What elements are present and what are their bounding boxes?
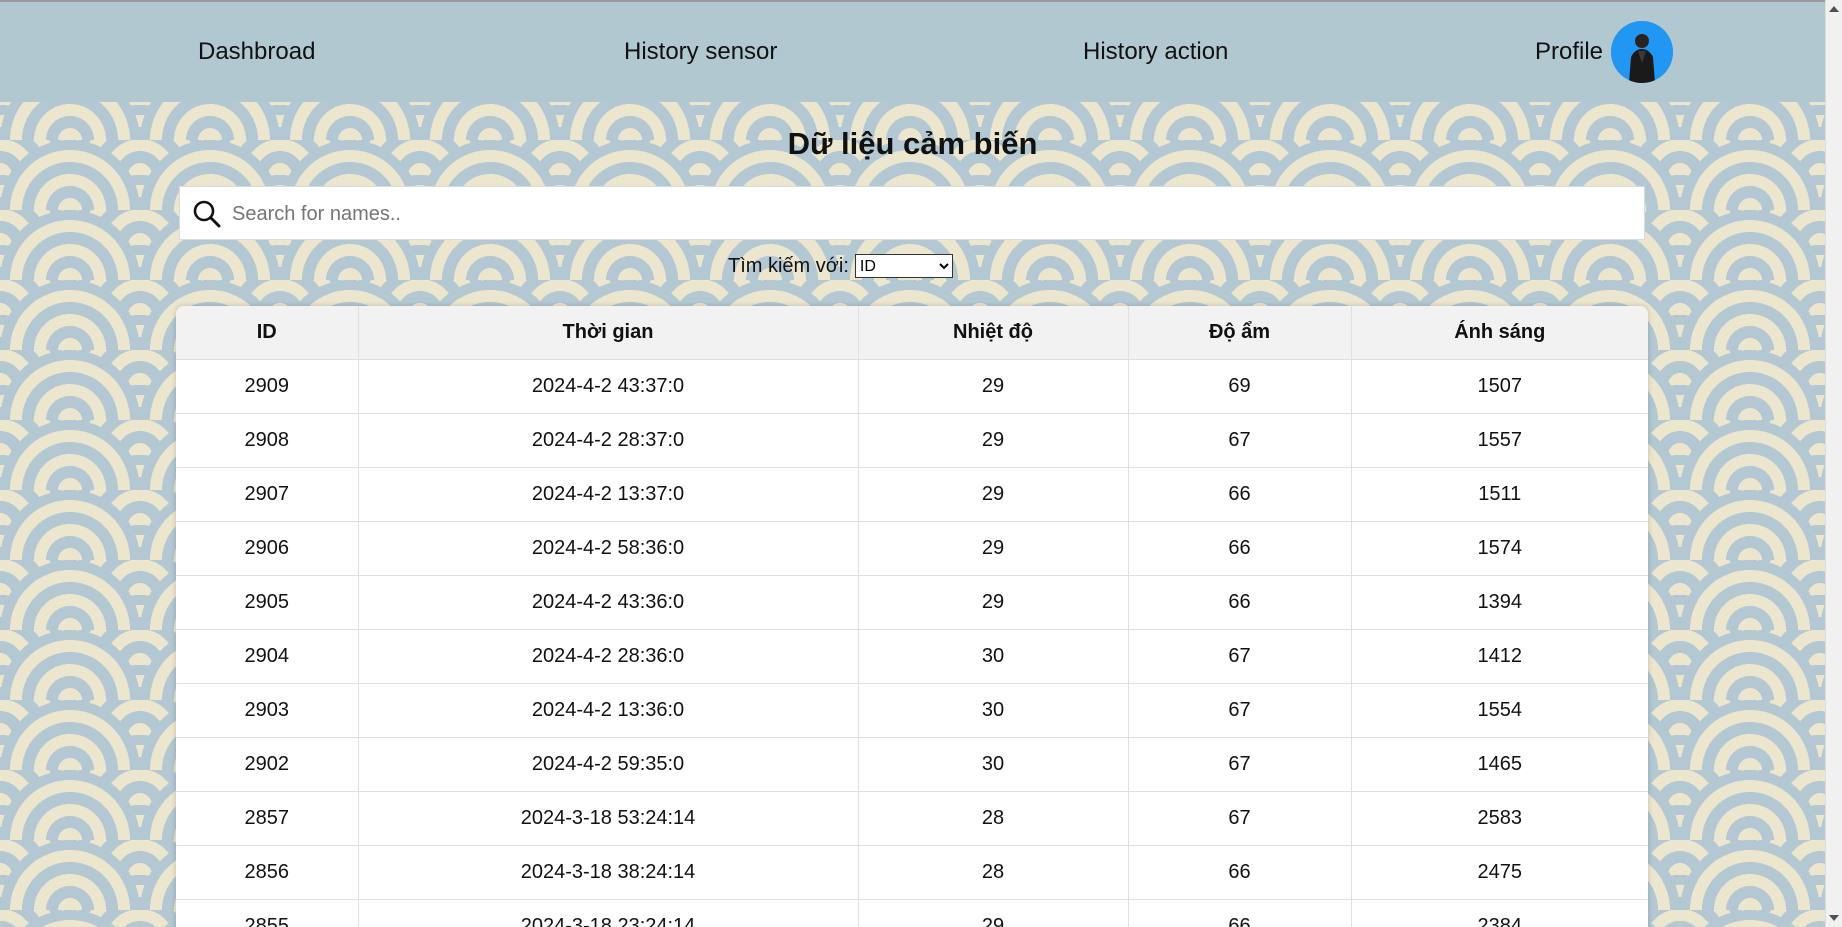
search-icon	[193, 200, 221, 228]
scroll-up-arrow-icon[interactable]	[1829, 6, 1839, 12]
table-row: 2903 2024-4-2 13:36:0 30 67 1554	[176, 683, 1648, 738]
search-input[interactable]	[230, 187, 1634, 241]
cell-id: 2856	[176, 845, 359, 900]
cell-time: 2024-3-18 53:24:14	[357, 791, 859, 846]
table-row: 2855 2024-3-18 23:24:14 29 66 2384	[176, 899, 1648, 927]
cell-humidity: 67	[1127, 737, 1352, 792]
header-id[interactable]: ID	[176, 306, 359, 360]
page-scrollbar[interactable]	[1825, 0, 1842, 927]
table-row: 2857 2024-3-18 53:24:14 28 67 2583	[176, 791, 1648, 846]
cell-time: 2024-4-2 43:36:0	[357, 575, 859, 630]
cell-temperature: 29	[857, 899, 1129, 927]
cell-light: 1394	[1350, 575, 1648, 630]
cell-humidity: 66	[1127, 575, 1352, 630]
table-row: 2906 2024-4-2 58:36:0 29 66 1574	[176, 521, 1648, 576]
cell-light: 1574	[1350, 521, 1648, 576]
cell-light: 1557	[1350, 413, 1648, 468]
cell-id: 2855	[176, 899, 359, 927]
cell-light: 1554	[1350, 683, 1648, 738]
table-header-row: ID Thời gian Nhiệt độ Độ ẩm Ánh sáng	[176, 306, 1648, 360]
cell-temperature: 29	[857, 575, 1129, 630]
cell-light: 2384	[1350, 899, 1648, 927]
cell-temperature: 28	[857, 791, 1129, 846]
cell-id: 2905	[176, 575, 359, 630]
search-filter-row: Tìm kiếm với: ID	[728, 254, 953, 278]
table-row: 2908 2024-4-2 28:37:0 29 67 1557	[176, 413, 1648, 468]
cell-humidity: 67	[1127, 791, 1352, 846]
cell-temperature: 29	[857, 413, 1129, 468]
cell-temperature: 30	[857, 629, 1129, 684]
cell-temperature: 30	[857, 683, 1129, 738]
cell-humidity: 66	[1127, 521, 1352, 576]
table-row: 2856 2024-3-18 38:24:14 28 66 2475	[176, 845, 1648, 900]
cell-id: 2909	[176, 359, 359, 414]
table-row: 2902 2024-4-2 59:35:0 30 67 1465	[176, 737, 1648, 792]
table-row: 2909 2024-4-2 43:37:0 29 69 1507	[176, 359, 1648, 414]
page-title: Dữ liệu cảm biến	[787, 126, 1038, 161]
table-row: 2907 2024-4-2 13:37:0 29 66 1511	[176, 467, 1648, 522]
header-time[interactable]: Thời gian	[357, 306, 859, 360]
cell-light: 1507	[1350, 359, 1648, 414]
cell-time: 2024-3-18 23:24:14	[357, 899, 859, 927]
cell-temperature: 29	[857, 521, 1129, 576]
header-humidity[interactable]: Độ ẩm	[1127, 306, 1352, 360]
cell-humidity: 69	[1127, 359, 1352, 414]
cell-time: 2024-4-2 58:36:0	[357, 521, 859, 576]
top-navbar: Dashbroad History sensor History action …	[0, 2, 1842, 102]
cell-id: 2904	[176, 629, 359, 684]
cell-id: 2907	[176, 467, 359, 522]
nav-history-sensor[interactable]: History sensor	[624, 38, 777, 66]
nav-profile[interactable]: Profile	[1535, 38, 1603, 66]
cell-humidity: 67	[1127, 683, 1352, 738]
cell-temperature: 28	[857, 845, 1129, 900]
scroll-down-arrow-icon[interactable]	[1829, 915, 1839, 921]
cell-id: 2908	[176, 413, 359, 468]
nav-history-action[interactable]: History action	[1083, 38, 1228, 66]
cell-id: 2903	[176, 683, 359, 738]
cell-humidity: 67	[1127, 413, 1352, 468]
filter-label: Tìm kiếm với:	[728, 254, 849, 277]
cell-temperature: 30	[857, 737, 1129, 792]
cell-id: 2857	[176, 791, 359, 846]
cell-light: 1511	[1350, 467, 1648, 522]
cell-time: 2024-3-18 38:24:14	[357, 845, 859, 900]
filter-select[interactable]: ID	[854, 254, 953, 278]
cell-light: 2583	[1350, 791, 1648, 846]
cell-light: 1412	[1350, 629, 1648, 684]
cell-humidity: 66	[1127, 845, 1352, 900]
cell-temperature: 29	[857, 467, 1129, 522]
sensor-data-table: ID Thời gian Nhiệt độ Độ ẩm Ánh sáng 290…	[176, 306, 1648, 927]
user-avatar-icon	[1611, 21, 1673, 83]
header-temperature[interactable]: Nhiệt độ	[857, 306, 1129, 360]
cell-humidity: 66	[1127, 467, 1352, 522]
table-row: 2905 2024-4-2 43:36:0 29 66 1394	[176, 575, 1648, 630]
profile-avatar[interactable]	[1611, 21, 1673, 83]
search-bar	[179, 186, 1645, 241]
cell-time: 2024-4-2 28:36:0	[357, 629, 859, 684]
cell-humidity: 67	[1127, 629, 1352, 684]
cell-time: 2024-4-2 59:35:0	[357, 737, 859, 792]
cell-time: 2024-4-2 43:37:0	[357, 359, 859, 414]
cell-time: 2024-4-2 13:36:0	[357, 683, 859, 738]
cell-time: 2024-4-2 28:37:0	[357, 413, 859, 468]
table-row: 2904 2024-4-2 28:36:0 30 67 1412	[176, 629, 1648, 684]
nav-dashboard[interactable]: Dashbroad	[198, 38, 315, 66]
cell-humidity: 66	[1127, 899, 1352, 927]
cell-id: 2906	[176, 521, 359, 576]
cell-time: 2024-4-2 13:37:0	[357, 467, 859, 522]
cell-light: 1465	[1350, 737, 1648, 792]
cell-temperature: 29	[857, 359, 1129, 414]
cell-id: 2902	[176, 737, 359, 792]
cell-light: 2475	[1350, 845, 1648, 900]
header-light[interactable]: Ánh sáng	[1350, 306, 1648, 360]
